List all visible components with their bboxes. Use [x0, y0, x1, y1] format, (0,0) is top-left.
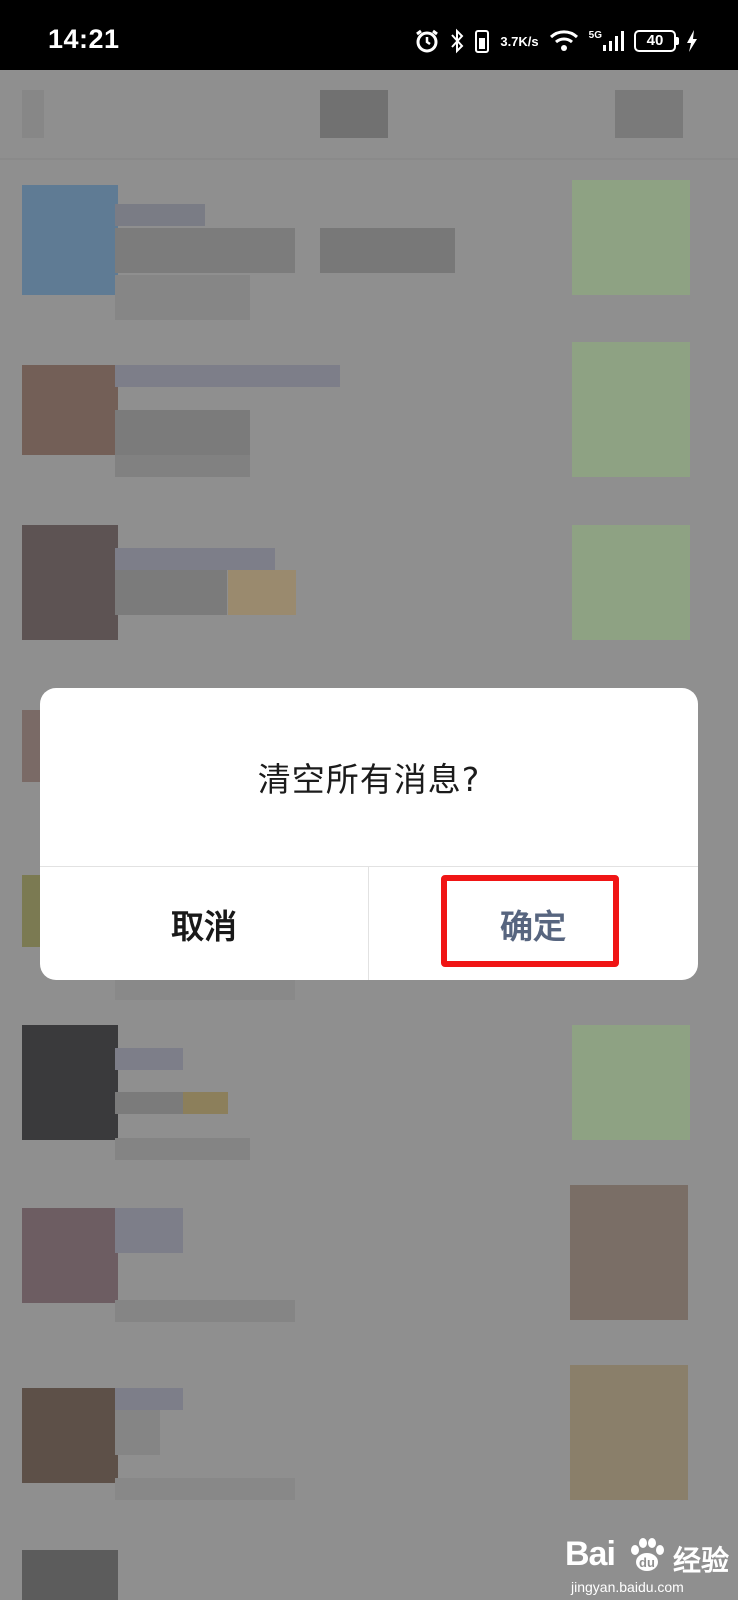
network-type: 5G — [588, 30, 602, 41]
charging-icon — [686, 29, 698, 53]
cancel-button[interactable]: 取消 — [40, 867, 368, 980]
svg-text:du: du — [639, 1555, 655, 1570]
baidu-jingyan-watermark: Bai du 经验 jingyan.baidu.com — [565, 1535, 735, 1597]
watermark-logo: Bai — [565, 1535, 616, 1573]
status-time: 14:21 — [48, 24, 120, 54]
signal-icon: 5G — [589, 30, 624, 52]
alarm-icon — [414, 28, 440, 54]
status-icons: 3.7 K/s 5G 40 — [414, 26, 698, 56]
wifi-icon — [549, 29, 579, 53]
speed-unit: K/s — [518, 33, 539, 49]
watermark-suffix: 经验 — [673, 1544, 730, 1577]
status-bar: 14:21 3.7 K/s 5G 40 — [0, 0, 738, 70]
confirm-highlight-box — [441, 875, 619, 967]
paw-icon: du — [631, 1538, 664, 1571]
battery-icon: 40 — [634, 30, 679, 52]
dialog-title: 清空所有消息? — [257, 760, 481, 799]
watermark-url: jingyan.baidu.com — [571, 1579, 684, 1595]
vibrate-icon — [474, 28, 490, 54]
network-speed: 3.7 K/s — [500, 35, 538, 48]
bluetooth-icon — [450, 28, 464, 54]
speed-value: 3.7 — [500, 33, 519, 49]
